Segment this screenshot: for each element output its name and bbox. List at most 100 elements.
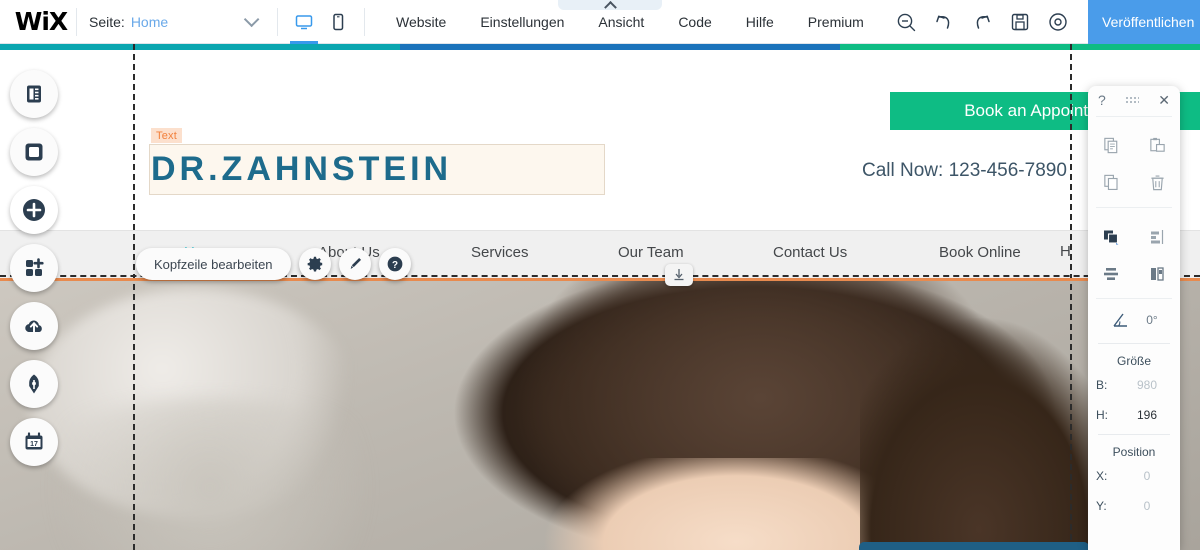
menu-code[interactable]: Code [661, 0, 728, 44]
mobile-view-icon [333, 13, 344, 30]
wix-logo[interactable]: WiX [0, 7, 76, 36]
rotate-angle-icon[interactable] [1110, 310, 1130, 330]
header-help-button[interactable]: ? [378, 248, 411, 280]
site-brand-title[interactable]: DR.ZAHNSTEIN [151, 150, 452, 189]
redo-icon [976, 15, 990, 29]
svg-text:17: 17 [30, 441, 38, 448]
menu-website[interactable]: Website [379, 0, 463, 44]
menu-hilfe[interactable]: Hilfe [729, 0, 791, 44]
mobile-view-button[interactable] [328, 0, 348, 44]
edit-header-button[interactable]: Kopfzeile bearbeiten [136, 248, 291, 280]
panel-copy-button[interactable] [1088, 127, 1134, 164]
chevron-down-icon [243, 11, 260, 28]
sidebar-item-my-uploads[interactable] [10, 302, 58, 350]
desktop-view-button[interactable] [290, 0, 318, 44]
y-row: Y: 0 [1088, 491, 1180, 521]
brush-icon [350, 257, 361, 270]
move-down-icon [674, 269, 684, 281]
header-settings-button[interactable] [298, 248, 331, 280]
help-icon: ? [387, 256, 402, 272]
panel-paste-button[interactable] [1134, 127, 1180, 164]
position-section-label: Position [1112, 445, 1156, 459]
panel-align-button[interactable] [1134, 218, 1180, 255]
header-design-button[interactable] [338, 248, 371, 280]
guide-line-left [133, 44, 135, 550]
wix-editor-window: Book an Appointment Text DR.ZAHNSTEIN Ca… [0, 0, 1200, 550]
panel-delete-button[interactable] [1134, 164, 1180, 201]
undo-button[interactable] [933, 11, 955, 33]
panel-arrange-grid [1088, 210, 1180, 296]
svg-text:?: ? [392, 260, 398, 271]
guide-line-right [1070, 44, 1072, 550]
strip-segment-blue [400, 44, 840, 50]
strip-segment-green [840, 44, 1200, 50]
panel-match-size-button[interactable] [1134, 255, 1180, 292]
panel-arrange-button[interactable] [1088, 218, 1134, 255]
pages-icon [27, 85, 41, 103]
plus-icon [23, 199, 45, 221]
question-mark-icon[interactable]: ? [1098, 92, 1106, 108]
page-selector-value: Home [130, 13, 169, 30]
panel-divider-5 [1098, 434, 1170, 435]
page-selector-label: Seite: [89, 13, 125, 30]
left-sidebar: 17 [10, 70, 58, 476]
drag-dots-icon[interactable] [1125, 95, 1140, 105]
save-icon [1011, 13, 1029, 30]
sidebar-item-apps[interactable] [10, 244, 58, 292]
y-key: Y: [1096, 499, 1107, 513]
close-icon[interactable]: ✕ [1158, 93, 1170, 107]
editor-stage: Book an Appointment Text DR.ZAHNSTEIN Ca… [0, 44, 1200, 550]
redo-button[interactable] [971, 11, 993, 33]
calendar-icon: 17 [25, 432, 43, 450]
width-value[interactable]: 980 [1122, 378, 1172, 392]
match-size-icon [1151, 266, 1164, 281]
call-now-text[interactable]: Call Now: 123-456-7890 [862, 160, 1067, 182]
nav-item-contact-us[interactable]: Contact Us [773, 244, 847, 261]
x-key: X: [1096, 469, 1108, 483]
sidebar-item-background[interactable] [10, 128, 58, 176]
zoom-out-button[interactable] [895, 11, 917, 33]
floating-tool-panel: ? ✕ 0° Größe B: 980 H: 196 Position X: 0… [1088, 86, 1180, 550]
text-element-badge: Text [151, 128, 182, 143]
device-switcher [278, 0, 364, 44]
site-top-strip [0, 44, 1200, 50]
align-icon [1151, 229, 1164, 244]
height-row: H: 196 [1088, 400, 1180, 430]
save-button[interactable] [1009, 11, 1031, 33]
sidebar-item-menus-pages[interactable] [10, 70, 58, 118]
rotation-value[interactable]: 0° [1146, 313, 1157, 327]
hero-image[interactable] [0, 278, 1200, 550]
upload-cloud-icon [25, 320, 42, 334]
sidebar-item-bookings[interactable]: 17 [10, 418, 58, 466]
publish-button[interactable]: Veröffentlichen [1088, 0, 1200, 44]
preview-button[interactable] [1047, 11, 1069, 33]
push-down-handle[interactable] [665, 264, 693, 286]
distribute-icon [1104, 267, 1118, 280]
chat-widget[interactable]: Wollen wir chatten? [859, 542, 1089, 550]
page-selector[interactable]: Seite: Home [77, 0, 277, 44]
zoom-out-icon [897, 13, 916, 31]
editor-toolbar: WiX Seite: Home Website Einstellungen An… [0, 0, 1200, 44]
panel-divider-2 [1096, 207, 1172, 208]
paste-icon [1149, 137, 1165, 152]
gear-icon [307, 256, 322, 272]
x-value[interactable]: 0 [1122, 469, 1172, 483]
arrange-layers-icon [1104, 230, 1119, 244]
height-value[interactable]: 196 [1122, 408, 1172, 422]
menu-premium[interactable]: Premium [791, 0, 881, 44]
width-row: B: 980 [1088, 370, 1180, 400]
panel-distribute-button[interactable] [1088, 255, 1134, 292]
panel-rotation-row: 0° [1088, 301, 1180, 339]
toolbar-collapse-tab[interactable] [558, 0, 662, 14]
sidebar-item-blog[interactable] [10, 360, 58, 408]
preview-icon [1049, 12, 1067, 31]
y-value[interactable]: 0 [1122, 499, 1172, 513]
nav-item-book-online[interactable]: Book Online [939, 244, 1021, 261]
sidebar-item-add[interactable] [10, 186, 58, 234]
pen-nib-icon [29, 374, 39, 394]
panel-divider-3 [1096, 298, 1172, 299]
nav-item-services[interactable]: Services [471, 244, 529, 261]
panel-duplicate-button[interactable] [1088, 164, 1134, 201]
background-icon [25, 143, 43, 161]
nav-item-our-team[interactable]: Our Team [618, 244, 684, 261]
